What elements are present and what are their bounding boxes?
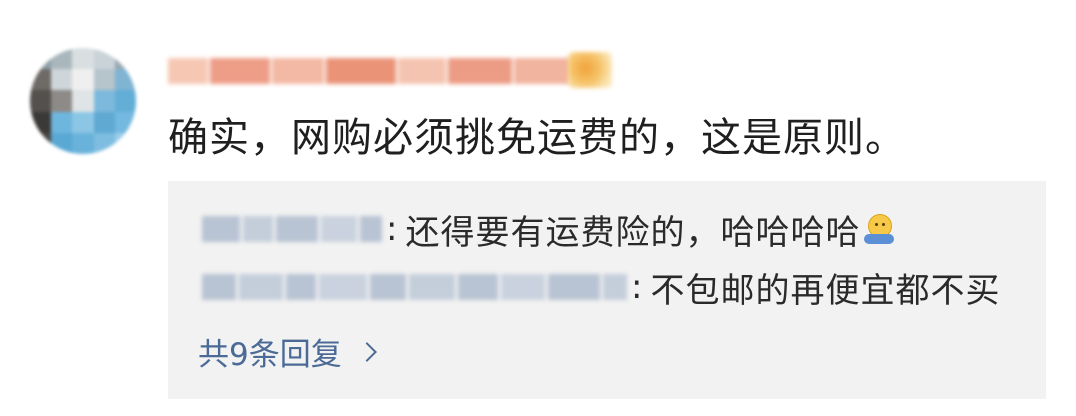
- reply-item[interactable]: : 还得要有运费险的，哈哈哈哈: [202, 207, 895, 253]
- chevron-right-icon: [356, 342, 377, 362]
- shrug-emoji-icon: [864, 214, 895, 244]
- reply-text: 不包邮的再便宜都不买: [650, 270, 1001, 311]
- reply-colon: :: [631, 267, 643, 307]
- reply-text: 还得要有运费险的，哈哈哈哈: [405, 212, 861, 253]
- reply-colon: :: [386, 209, 398, 249]
- reply-item[interactable]: : 不包邮的再便宜都不买: [202, 265, 1001, 311]
- replies-panel: : 还得要有运费险的，哈哈哈哈 : 不包邮的再便宜都不买 共9条回复: [168, 181, 1046, 399]
- user-avatar[interactable]: [30, 48, 136, 154]
- reply-author-redacted[interactable]: [202, 272, 627, 302]
- reply-author-redacted[interactable]: [202, 214, 382, 244]
- vip-badge-icon: [568, 52, 612, 88]
- comment-text: 确实，网购必须挑免运费的，这是原则。: [168, 115, 906, 161]
- username-redacted[interactable]: [168, 58, 570, 84]
- view-more-replies-link[interactable]: 共9条回复: [198, 329, 377, 373]
- more-replies-label: 共9条回复: [198, 336, 342, 373]
